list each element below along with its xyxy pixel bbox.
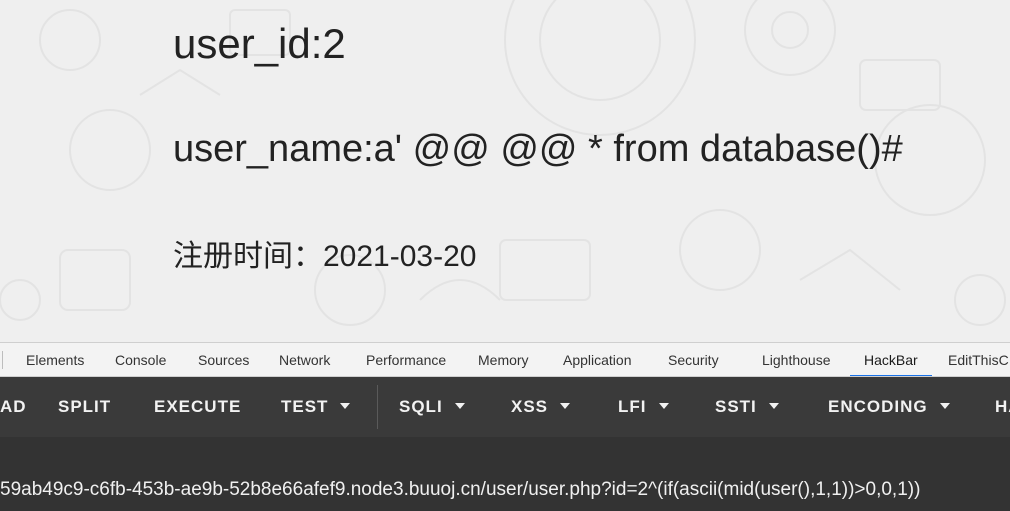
tab-network[interactable]: Network bbox=[279, 343, 330, 376]
encoding-dropdown[interactable]: ENCODING bbox=[828, 377, 950, 437]
hackbar-toolbar: AD SPLIT EXECUTE TEST SQLI XSS LFI SSTI … bbox=[0, 377, 1010, 437]
url-textarea[interactable]: 59ab49c9-c6fb-453b-ae9b-52b8e66afef9.nod… bbox=[0, 437, 1010, 511]
user-name-text: user_name:a' @@ @@ * from database()# bbox=[173, 128, 903, 170]
sqli-dropdown[interactable]: SQLI bbox=[399, 377, 465, 437]
caret-down-icon bbox=[939, 402, 950, 409]
toolbar-divider bbox=[377, 385, 378, 429]
caret-down-icon bbox=[560, 402, 571, 409]
tab-hackbar[interactable]: HackBar bbox=[850, 343, 932, 376]
page-content: user_id:2 user_name:a' @@ @@ * from data… bbox=[0, 0, 1010, 342]
caret-down-icon bbox=[768, 402, 779, 409]
tab-performance[interactable]: Performance bbox=[366, 343, 446, 376]
tab-lighthouse[interactable]: Lighthouse bbox=[762, 343, 831, 376]
tab-elements[interactable]: Elements bbox=[26, 343, 84, 376]
tab-divider bbox=[2, 351, 3, 369]
load-button[interactable]: AD bbox=[0, 377, 27, 437]
encoding-dropdown-label: ENCODING bbox=[828, 397, 928, 416]
tab-security[interactable]: Security bbox=[668, 343, 719, 376]
lfi-dropdown[interactable]: LFI bbox=[618, 377, 669, 437]
tab-console[interactable]: Console bbox=[115, 343, 166, 376]
xss-dropdown[interactable]: XSS bbox=[511, 377, 571, 437]
test-dropdown[interactable]: TEST bbox=[281, 377, 351, 437]
tab-editthiscookie[interactable]: EditThisC bbox=[948, 343, 1009, 376]
hashing-dropdown-label: HA bbox=[995, 397, 1010, 416]
ssti-dropdown-label: SSTI bbox=[715, 397, 757, 416]
sqli-dropdown-label: SQLI bbox=[399, 397, 443, 416]
load-button-label: AD bbox=[0, 397, 27, 416]
split-button-label: SPLIT bbox=[58, 397, 112, 416]
tab-memory[interactable]: Memory bbox=[478, 343, 529, 376]
lfi-dropdown-label: LFI bbox=[618, 397, 647, 416]
xss-dropdown-label: XSS bbox=[511, 397, 549, 416]
test-dropdown-label: TEST bbox=[281, 397, 329, 416]
tab-sources[interactable]: Sources bbox=[198, 343, 249, 376]
split-button[interactable]: SPLIT bbox=[58, 377, 111, 437]
devtools-tab-bar: Elements Console Sources Network Perform… bbox=[0, 342, 1010, 377]
caret-down-icon bbox=[340, 402, 351, 409]
url-text: 59ab49c9-c6fb-453b-ae9b-52b8e66afef9.nod… bbox=[0, 479, 921, 500]
execute-button[interactable]: EXECUTE bbox=[154, 377, 241, 437]
ssti-dropdown[interactable]: SSTI bbox=[715, 377, 779, 437]
caret-down-icon bbox=[454, 402, 465, 409]
caret-down-icon bbox=[658, 402, 669, 409]
background-illustration bbox=[0, 0, 1006, 326]
tab-application[interactable]: Application bbox=[563, 343, 632, 376]
hashing-dropdown[interactable]: HA bbox=[995, 377, 1010, 437]
register-time-text: 注册时间：2021-03-20 bbox=[173, 240, 477, 273]
user-id-text: user_id:2 bbox=[173, 20, 346, 67]
execute-button-label: EXECUTE bbox=[154, 397, 242, 416]
